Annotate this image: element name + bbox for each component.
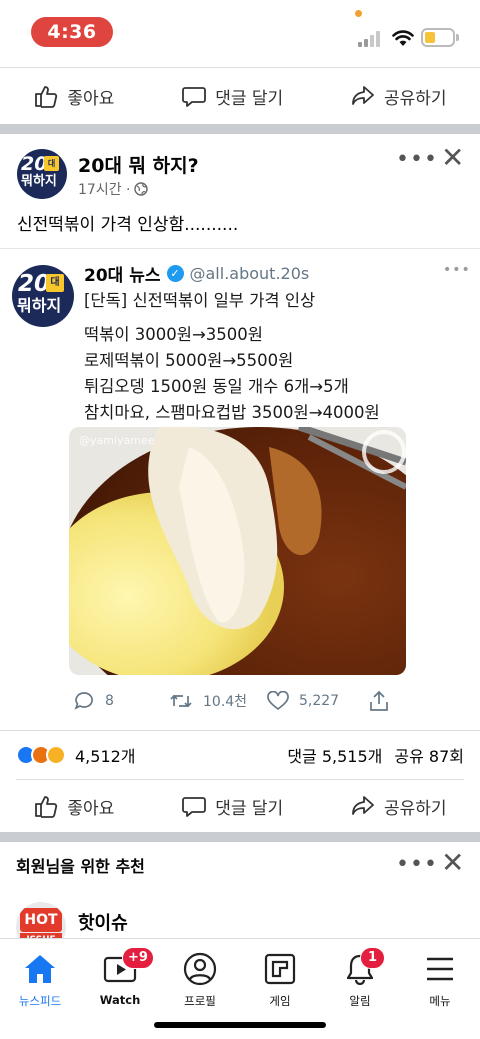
post-action-bar: 좋아요 댓글 달기 공유하기 <box>0 778 480 834</box>
reactions-count: 4,512개 <box>75 747 136 766</box>
share-label: 공유하기 <box>384 88 447 109</box>
tab-profile[interactable]: 프로필 <box>160 949 240 1009</box>
divider <box>0 730 480 731</box>
tab-newsfeed[interactable]: 뉴스피드 <box>0 949 80 1009</box>
retweet-count: 10.4천 <box>203 694 248 710</box>
tab-menu[interactable]: 메뉴 <box>400 949 480 1009</box>
battery-icon <box>421 28 459 47</box>
wifi-icon <box>392 30 414 46</box>
tweet-line: [단독] 신전떡볶이 일부 가격 인상 <box>84 291 316 310</box>
like-label: 좋아요 <box>67 88 115 109</box>
like-button[interactable]: 좋아요 <box>33 793 114 819</box>
close-icon[interactable]: ✕ <box>441 141 464 174</box>
tweet-line: 떡볶이 3000원→3500원 <box>84 325 263 344</box>
home-icon <box>25 955 55 983</box>
comment-label: 댓글 달기 <box>215 798 284 819</box>
like-label: 좋아요 <box>67 798 115 819</box>
tteokbokki-cheese-photo <box>69 427 406 675</box>
photo-watermark: @yamiyamee <box>79 434 155 447</box>
tweet-line: 참치마요, 스팸마요컵밥 3500원→4000원 <box>84 403 380 422</box>
feed-separator <box>0 832 480 842</box>
prev-post-action-bar: 좋아요 댓글 달기 공유하기 <box>0 68 480 124</box>
tab-label: 프로필 <box>184 994 216 1008</box>
privacy-indicator-dot <box>355 10 362 17</box>
thumbs-up-icon <box>35 796 58 818</box>
reaction-icons <box>16 745 66 765</box>
status-time: 4:36 <box>31 17 113 47</box>
post-text: 신전떡볶이 가격 인상함.......... <box>17 215 239 235</box>
more-options-icon[interactable]: ••• <box>396 852 438 877</box>
feed-separator <box>0 124 480 134</box>
tweet-photo[interactable]: @yamiyamee <box>69 427 406 675</box>
comment-bubble-icon <box>182 797 207 817</box>
profile-icon <box>183 952 217 986</box>
gaming-icon <box>264 953 296 985</box>
page-name[interactable]: 20대 뭐 하지? <box>78 151 199 178</box>
tweet-handle: @all.about.20s <box>189 264 310 283</box>
reply-icon <box>74 692 93 710</box>
tweet-stats: 8 10.4천 5,227 <box>73 688 403 714</box>
tweet-line: 로제떡볶이 5000원→5500원 <box>84 351 294 370</box>
close-icon[interactable]: ✕ <box>441 846 464 879</box>
post-time: 17시간 · <box>78 182 131 198</box>
tweet-more-icon: ••• <box>443 262 471 278</box>
tweet-author: 20대 뉴스 ✓ @all.about.20s <box>84 261 309 286</box>
comment-label: 댓글 달기 <box>215 88 284 109</box>
tab-label: 게임 <box>269 994 291 1008</box>
shares-count[interactable]: 공유 87회 <box>394 743 464 767</box>
hamburger-menu-icon <box>427 957 453 981</box>
like-button[interactable]: 좋아요 <box>33 83 114 109</box>
verified-badge-icon: ✓ <box>166 265 184 282</box>
share-arrow-icon <box>352 796 374 815</box>
comment-button[interactable]: 댓글 달기 <box>181 793 283 819</box>
tweet-author-name: 20대 뉴스 <box>84 266 161 286</box>
tab-notifications[interactable]: 1 알림 <box>320 947 400 1009</box>
tab-gaming[interactable]: 게임 <box>240 949 320 1009</box>
share-button[interactable]: 공유하기 <box>350 83 447 109</box>
recommended-page-name[interactable]: 핫이슈 <box>78 909 128 935</box>
share-arrow-icon <box>352 86 374 105</box>
tweet-body: [단독] 신전떡볶이 일부 가격 인상 떡볶이 3000원→3500원 로제떡볶… <box>84 288 380 426</box>
engagement-counts: 댓글 5,515개 공유 87회 <box>287 743 464 767</box>
comment-button[interactable]: 댓글 달기 <box>181 83 283 109</box>
tweet-line: 튀김오뎅 1500원 동일 개수 6개→5개 <box>84 377 349 396</box>
more-options-icon[interactable]: ••• <box>396 147 438 172</box>
comment-bubble-icon <box>182 87 207 107</box>
tab-watch[interactable]: +9 Watch <box>80 947 160 1007</box>
tab-label: Watch <box>99 993 141 1007</box>
reactions-summary[interactable]: 4,512개 <box>16 743 136 767</box>
page-avatar[interactable]: 20 대 뭐하지 <box>17 149 67 199</box>
reply-count: 8 <box>105 693 114 709</box>
notifications-badge: 1 <box>360 947 386 969</box>
share-label: 공유하기 <box>384 798 447 819</box>
recommendation-title: 회원님을 위한 추천 <box>16 857 145 876</box>
tweet-share-icon[interactable] <box>369 690 389 712</box>
share-button[interactable]: 공유하기 <box>350 793 447 819</box>
tab-label: 알림 <box>349 994 371 1008</box>
comments-count[interactable]: 댓글 5,515개 <box>287 743 382 767</box>
thumbs-up-icon <box>35 86 58 108</box>
tab-label: 뉴스피드 <box>18 994 62 1008</box>
watch-badge: +9 <box>122 947 154 969</box>
tweet-like-button[interactable]: 5,227 <box>267 691 369 711</box>
tab-label: 메뉴 <box>429 994 451 1008</box>
post-meta: 17시간 · <box>78 179 149 199</box>
cellular-signal-icon <box>358 31 384 47</box>
status-bar: 4:36 <box>0 0 480 62</box>
tweet-retweet-button[interactable]: 10.4천 <box>169 690 267 712</box>
like-count: 5,227 <box>299 693 340 709</box>
heart-icon <box>267 691 289 711</box>
globe-icon <box>134 182 149 196</box>
tweet-reply-button[interactable]: 8 <box>73 690 169 712</box>
retweet-icon <box>170 694 192 708</box>
tweet-avatar: 20 대 뭐하지 <box>12 265 74 327</box>
sad-reaction-icon <box>46 745 66 765</box>
home-indicator <box>154 1022 326 1028</box>
